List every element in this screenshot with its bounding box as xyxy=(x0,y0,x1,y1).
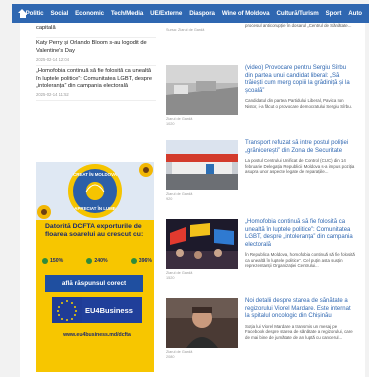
article-card[interactable]: Noi detalii despre starea de sănătate a … xyxy=(166,298,356,373)
option-radio-icon xyxy=(130,258,137,264)
article-fragment: Sursa: Ziarul de Gardă procesul anticoru… xyxy=(166,23,356,45)
advertisement-banner[interactable]: CREAT ÎN MOLDOVA APRECIAT ÎN LUME Datori… xyxy=(36,162,154,372)
option-label: 396% xyxy=(138,258,152,264)
news-title[interactable]: „Homofobia continuă să fie folosită ca u… xyxy=(36,68,156,90)
list-item[interactable]: „Homofobia continuă să fie folosită ca u… xyxy=(36,66,156,102)
ad-option[interactable]: 150% xyxy=(42,258,63,264)
article-thumbnail[interactable] xyxy=(166,65,238,115)
article-meta: Ziarul de Gardă 920 xyxy=(166,192,192,203)
news-date: 2025-02-14 11:52 xyxy=(36,92,69,98)
sunflower-badge-image: CREAT ÎN MOLDOVA APRECIAT ÎN LUME xyxy=(36,162,154,220)
nav-item-tech-media[interactable]: Tech/Media xyxy=(111,10,143,17)
article-title[interactable]: „Homofobia continuă să fie folosită ca u… xyxy=(245,219,355,249)
nav-item-ue-externe[interactable]: UE/Externe xyxy=(150,10,182,17)
article-meta: Ziarul de Gardă 1020 xyxy=(166,117,192,128)
news-date: 2025-02-14 12:04 xyxy=(36,57,70,63)
option-radio-icon xyxy=(86,258,93,264)
article-title[interactable]: Noi detalii despre starea de sănătate a … xyxy=(245,298,355,321)
nav-item-diaspora[interactable]: Diaspora xyxy=(189,10,215,17)
eu4business-logo: EU4Business xyxy=(52,297,142,323)
nav-item-economic[interactable]: Economic xyxy=(75,10,104,17)
article-views: 1520 xyxy=(166,276,175,281)
option-radio-icon xyxy=(42,258,48,264)
news-title[interactable]: capitală xyxy=(36,25,156,32)
article-views: 2080 xyxy=(166,355,175,360)
nav-item-cultura[interactable]: Cultură/Turism xyxy=(276,10,318,17)
badge-top-text: CREAT ÎN MOLDOVA xyxy=(73,172,118,177)
latest-news-list: capitală Katy Perry și Orlando Bloom s-a… xyxy=(36,23,156,102)
article-lead: La postul Centrului Unificat de Control … xyxy=(245,158,355,175)
article-views: 920 xyxy=(166,197,173,202)
nav-item-politic[interactable]: Politic xyxy=(26,10,44,17)
article-lead: În Republica Moldova, homofobia continuă… xyxy=(245,252,355,269)
article-text: (video) Provocare pentru Sergiu Sîrbu di… xyxy=(245,65,355,109)
list-item[interactable]: capitală xyxy=(36,23,156,39)
article-meta: Ziarul de Gardă 1520 xyxy=(166,271,192,282)
find-answer-button[interactable]: află răspunsul corect xyxy=(45,275,143,292)
article-thumbnail[interactable] xyxy=(166,219,238,269)
article-thumbnail[interactable] xyxy=(166,298,238,348)
news-title[interactable]: Katy Perry și Orlando Bloom s-au logodit… xyxy=(36,40,156,55)
article-lead: procesul anticorupție în dosarul „Centru… xyxy=(245,23,352,28)
article-title[interactable]: (video) Provocare pentru Sergiu Sîrbu di… xyxy=(245,65,355,95)
list-item[interactable]: Katy Perry și Orlando Bloom s-au logodit… xyxy=(36,38,156,67)
ad-options: 150% 240% 396% xyxy=(42,258,152,264)
ad-option[interactable]: 396% xyxy=(130,258,152,264)
article-lead: Candidatul din partea Partidului Liberal… xyxy=(245,98,352,109)
article-meta: Ziarul de Gardă 2080 xyxy=(166,350,192,361)
badge-bottom-text: APRECIAT ÎN LUME xyxy=(74,206,115,211)
article-title[interactable]: Transport refuzat să intre postul poliți… xyxy=(245,140,355,155)
article-card[interactable]: Transport refuzat să intre postul poliți… xyxy=(166,140,356,210)
article-text: Noi detalii despre starea de sănătate a … xyxy=(245,298,355,341)
article-lead: Soția lui Viorel Mardare a transmis un m… xyxy=(245,323,353,340)
eu-flag-icon xyxy=(52,297,82,323)
option-label: 150% xyxy=(50,258,64,264)
nav-item-wine[interactable]: Wine of Moldova xyxy=(222,10,270,17)
main-nav: Politic Social Economic Tech/Media UE/Ex… xyxy=(12,4,369,23)
article-thumbnail[interactable] xyxy=(166,140,238,190)
article-card[interactable]: „Homofobia continuă să fie folosită ca u… xyxy=(166,219,356,294)
ad-headline: Datorită DCFTA exporturile de floarea so… xyxy=(45,223,144,239)
article-meta: Sursa: Ziarul de Gardă xyxy=(166,28,205,32)
article-card[interactable]: (video) Provocare pentru Sergiu Sîrbu di… xyxy=(166,65,356,135)
brand-name: EU4Business xyxy=(85,305,133,315)
option-label: 240% xyxy=(94,258,108,264)
article-views: 1020 xyxy=(166,122,175,127)
article-text: Transport refuzat să intre postul poliți… xyxy=(245,140,355,175)
home-icon[interactable] xyxy=(18,9,25,18)
article-text: „Homofobia continuă să fie folosită ca u… xyxy=(245,219,355,269)
ad-image: CREAT ÎN MOLDOVA APRECIAT ÎN LUME xyxy=(36,162,154,220)
ad-option[interactable]: 240% xyxy=(86,258,108,264)
nav-item-sport[interactable]: Sport xyxy=(326,10,342,17)
nav-item-social[interactable]: Social xyxy=(51,10,69,17)
ad-url[interactable]: www.eu4business.md/dcfta xyxy=(42,332,152,338)
nav-item-auto[interactable]: Auto xyxy=(348,10,362,17)
